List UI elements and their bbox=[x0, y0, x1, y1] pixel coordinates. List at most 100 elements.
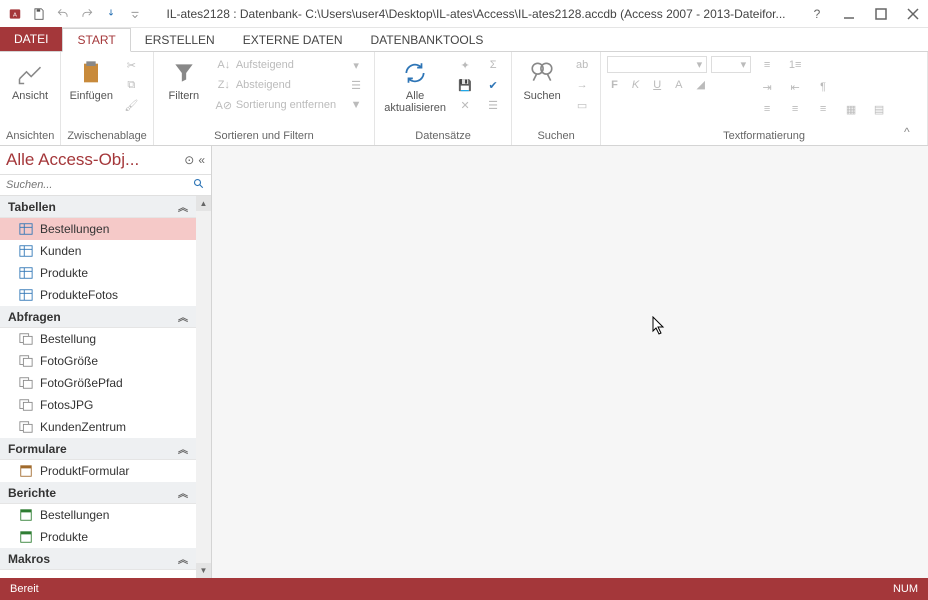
indent-left-button[interactable]: ⇤ bbox=[783, 78, 807, 96]
format-painter-button[interactable]: 🖌 bbox=[119, 96, 143, 114]
alt-row-icon: ▤ bbox=[871, 101, 887, 117]
query-item-kundenzentrum[interactable]: KundenZentrum bbox=[0, 416, 196, 438]
nav-header[interactable]: Alle Access-Obj... ⊙ « bbox=[0, 146, 211, 175]
undo-icon[interactable] bbox=[52, 3, 74, 25]
status-text: Bereit bbox=[10, 583, 39, 595]
tab-start[interactable]: START bbox=[62, 28, 130, 52]
search-icon[interactable] bbox=[193, 178, 207, 192]
select-icon: ▭ bbox=[574, 97, 590, 113]
category-macros[interactable]: Makros︽ bbox=[0, 548, 196, 570]
text-direction-icon: ¶ bbox=[815, 79, 831, 95]
italic-button[interactable]: K bbox=[628, 77, 643, 92]
app-icon[interactable]: A bbox=[4, 3, 26, 25]
font-size-select[interactable]: ▾ bbox=[711, 56, 751, 73]
filter-button[interactable]: Filtern bbox=[160, 56, 208, 104]
chevron-up-icon: ︽ bbox=[178, 551, 188, 566]
form-item-produktformular[interactable]: ProduktFormular bbox=[0, 460, 196, 482]
sort-desc-button[interactable]: Z↓Absteigend bbox=[212, 76, 340, 94]
query-item-bestellung[interactable]: Bestellung bbox=[0, 328, 196, 350]
table-item-kunden[interactable]: Kunden bbox=[0, 240, 196, 262]
scroll-down-icon[interactable]: ▼ bbox=[196, 563, 211, 578]
selection-filter-icon: ▾ bbox=[348, 57, 364, 73]
selection-filter-button[interactable]: ▾ bbox=[344, 56, 368, 74]
fill-color-button[interactable]: ◢ bbox=[692, 77, 708, 92]
font-color-button[interactable]: A bbox=[671, 77, 686, 92]
close-icon[interactable] bbox=[902, 3, 924, 25]
status-numlock: NUM bbox=[893, 583, 918, 595]
query-item-fotogroessepfad[interactable]: FotoGrößePfad bbox=[0, 372, 196, 394]
report-item-produkte[interactable]: Produkte bbox=[0, 526, 196, 548]
indent-right-icon: ⇥ bbox=[759, 79, 775, 95]
group-label-clipboard: Zwischenablage bbox=[67, 128, 147, 145]
table-item-produkte[interactable]: Produkte bbox=[0, 262, 196, 284]
save-icon[interactable] bbox=[28, 3, 50, 25]
remove-sort-button[interactable]: A⊘Sortierung entfernen bbox=[212, 96, 340, 114]
group-find: Suchen ab → ▭ Suchen bbox=[512, 52, 601, 145]
save-record-button[interactable]: 💾 bbox=[453, 76, 477, 94]
find-button[interactable]: Suchen bbox=[518, 56, 566, 104]
qat-dropdown-icon[interactable] bbox=[124, 3, 146, 25]
delete-record-button[interactable]: ✕ bbox=[453, 96, 477, 114]
group-views: Ansicht Ansichten bbox=[0, 52, 61, 145]
goto-icon: → bbox=[574, 77, 590, 93]
touch-mode-icon[interactable] bbox=[100, 3, 122, 25]
bullets-button[interactable]: ≡ bbox=[755, 56, 779, 74]
nav-list: Tabellen︽ Bestellungen Kunden Produkte P… bbox=[0, 196, 196, 578]
tab-database-tools[interactable]: DATENBANKTOOLS bbox=[357, 29, 498, 51]
query-item-fotosjpg[interactable]: FotosJPG bbox=[0, 394, 196, 416]
toggle-filter-button[interactable]: ▼ bbox=[344, 96, 368, 114]
body-area: Alle Access-Obj... ⊙ « Tabellen︽ Bestell… bbox=[0, 146, 928, 578]
paste-button[interactable]: Einfügen bbox=[67, 56, 115, 104]
minimize-icon[interactable] bbox=[838, 3, 860, 25]
collapse-ribbon-icon[interactable]: ^ bbox=[904, 125, 920, 141]
goto-button[interactable]: → bbox=[570, 76, 594, 94]
maximize-icon[interactable] bbox=[870, 3, 892, 25]
refresh-all-button[interactable]: Alle aktualisieren bbox=[381, 56, 449, 116]
filter-icon bbox=[169, 58, 199, 88]
search-input[interactable] bbox=[4, 177, 193, 193]
report-item-bestellungen[interactable]: Bestellungen bbox=[0, 504, 196, 526]
align-center-button[interactable]: ≡ bbox=[783, 100, 807, 118]
tab-create[interactable]: ERSTELLEN bbox=[131, 29, 229, 51]
advanced-filter-button[interactable]: ☰ bbox=[344, 76, 368, 94]
text-direction-button[interactable]: ¶ bbox=[811, 78, 835, 96]
category-forms[interactable]: Formulare︽ bbox=[0, 438, 196, 460]
more-records-button[interactable]: ☰ bbox=[481, 96, 505, 114]
sort-asc-button[interactable]: A↓Aufsteigend bbox=[212, 56, 340, 74]
nav-scrollbar[interactable]: ▲ ▼ bbox=[196, 196, 211, 578]
category-queries[interactable]: Abfragen︽ bbox=[0, 306, 196, 328]
alt-row-color-button[interactable]: ▤ bbox=[867, 100, 891, 118]
table-item-produktefotos[interactable]: ProdukteFotos bbox=[0, 284, 196, 306]
tab-file[interactable]: DATEI bbox=[0, 27, 62, 51]
delete-record-icon: ✕ bbox=[457, 97, 473, 113]
query-item-fotogroesse[interactable]: FotoGröße bbox=[0, 350, 196, 372]
align-right-button[interactable]: ≡ bbox=[811, 100, 835, 118]
view-button[interactable]: Ansicht bbox=[6, 56, 54, 104]
spelling-button[interactable]: ✔ bbox=[481, 76, 505, 94]
underline-button[interactable]: U bbox=[649, 77, 665, 92]
numbering-button[interactable]: 1≡ bbox=[783, 56, 807, 74]
new-record-button[interactable]: ✦ bbox=[453, 56, 477, 74]
save-record-icon: 💾 bbox=[457, 77, 473, 93]
refresh-icon bbox=[400, 58, 430, 88]
help-icon[interactable]: ? bbox=[806, 3, 828, 25]
nav-dropdown-icon[interactable]: ⊙ bbox=[184, 153, 194, 167]
indent-right-button[interactable]: ⇥ bbox=[755, 78, 779, 96]
gridlines-button[interactable]: ▦ bbox=[839, 100, 863, 118]
category-tables[interactable]: Tabellen︽ bbox=[0, 196, 196, 218]
select-button[interactable]: ▭ bbox=[570, 96, 594, 114]
nav-collapse-icon[interactable]: « bbox=[198, 153, 205, 167]
scroll-up-icon[interactable]: ▲ bbox=[196, 196, 211, 211]
redo-icon[interactable] bbox=[76, 3, 98, 25]
replace-button[interactable]: ab bbox=[570, 56, 594, 74]
bold-button[interactable]: F bbox=[607, 77, 622, 92]
totals-button[interactable]: Σ bbox=[481, 56, 505, 74]
font-select[interactable]: ▾ bbox=[607, 56, 707, 73]
copy-button[interactable]: ⧉ bbox=[119, 76, 143, 94]
table-item-bestellungen[interactable]: Bestellungen bbox=[0, 218, 196, 240]
tab-external-data[interactable]: EXTERNE DATEN bbox=[229, 29, 357, 51]
align-left-button[interactable]: ≡ bbox=[755, 100, 779, 118]
category-reports[interactable]: Berichte︽ bbox=[0, 482, 196, 504]
group-label-sort-filter: Sortieren und Filtern bbox=[160, 128, 368, 145]
cut-button[interactable]: ✂ bbox=[119, 56, 143, 74]
